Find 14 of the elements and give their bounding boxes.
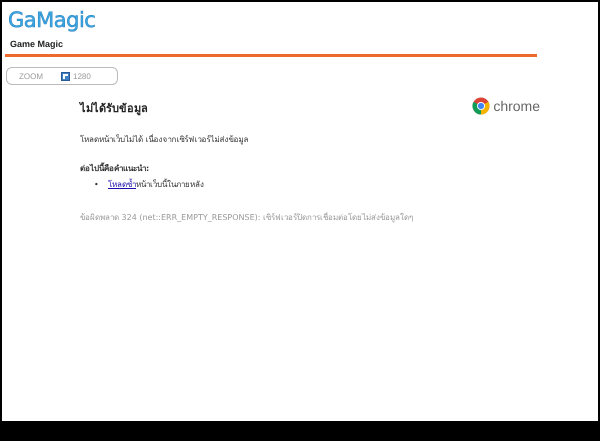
error-title: ไม่ได้รับข้อมูล — [80, 100, 148, 117]
zoom-label: ZOOM — [19, 72, 44, 80]
suggestion-text: โหลดซ้ำหน้าเว็บนี้ในภายหลัง — [108, 180, 204, 189]
zoom-value: 1280 — [73, 72, 91, 80]
reload-link[interactable]: โหลดซ้ำ — [108, 180, 136, 189]
error-message: โหลดหน้าเว็บไม่ได้ เนื่องจากเซิร์ฟเวอร์ไม่ส่งข้อมูล — [80, 133, 249, 146]
resize-icon[interactable] — [61, 72, 70, 80]
bullet: • — [94, 180, 100, 189]
suggestions-heading: ต่อไปนี้คือคำแนะนำ: — [80, 162, 150, 175]
error-details: ข้อผิดพลาด 324 (net::ERR_EMPTY_RESPONSE): เซิร์ฟเวอร์ปิดการเชื่อมต่อโดยไม่ส่งข้อมูลใดๆ — [80, 211, 414, 224]
site-subtitle: Game Magic — [10, 39, 64, 49]
brand-name: chrome — [493, 98, 540, 114]
logo: GaMagic — [8, 8, 96, 32]
browser-logo-icon — [472, 97, 490, 115]
